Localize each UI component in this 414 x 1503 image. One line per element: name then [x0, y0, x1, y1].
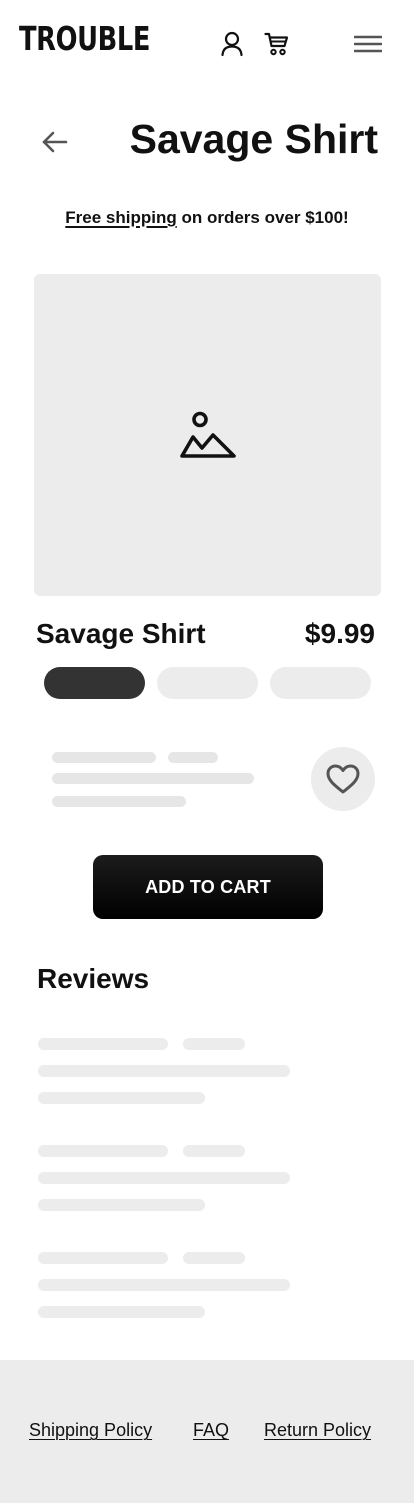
skeleton-line [38, 1092, 205, 1104]
product-name: Savage Shirt [36, 618, 206, 649]
variant-option-1[interactable] [44, 667, 145, 699]
cart-button[interactable] [264, 31, 290, 57]
shipping-policy-link[interactable]: Shipping Policy [29, 1419, 152, 1441]
back-button[interactable] [38, 126, 70, 158]
page-title: Savage Shirt [129, 116, 378, 162]
product-price: $9.99 [304, 618, 375, 649]
brand-logo[interactable]: TROUBLE [19, 22, 150, 55]
cart-icon [264, 32, 289, 56]
variant-option-2[interactable] [157, 667, 258, 699]
account-button[interactable] [219, 30, 245, 58]
image-placeholder-icon [179, 411, 236, 458]
faq-link[interactable]: FAQ [193, 1419, 229, 1441]
return-policy-link[interactable]: Return Policy [264, 1419, 371, 1441]
site-footer: Shipping Policy FAQ Return Policy [0, 1360, 414, 1503]
skeleton-line [38, 1306, 205, 1318]
skeleton-line [168, 752, 218, 763]
user-icon [221, 31, 243, 57]
add-to-cart-button[interactable]: ADD TO CART [93, 855, 323, 919]
arrow-left-icon [42, 131, 68, 153]
skeleton-line [38, 1279, 290, 1291]
hamburger-menu-icon [354, 35, 382, 53]
heart-icon [326, 764, 360, 794]
skeleton-line [183, 1145, 245, 1157]
menu-button[interactable] [353, 33, 383, 55]
reviews-heading: Reviews [37, 963, 150, 994]
skeleton-line [38, 1252, 168, 1264]
skeleton-line [52, 752, 156, 763]
skeleton-line [38, 1199, 205, 1211]
product-image[interactable] [34, 274, 381, 596]
skeleton-line [38, 1145, 168, 1157]
skeleton-line [38, 1172, 290, 1184]
variant-option-3[interactable] [270, 667, 371, 699]
free-shipping-link[interactable]: Free shipping [65, 208, 176, 227]
site-header: TROUBLE [0, 0, 414, 88]
skeleton-line [52, 796, 186, 807]
shipping-notice: Free shipping on orders over $100! [0, 207, 414, 229]
skeleton-line [183, 1038, 245, 1050]
skeleton-line [38, 1065, 290, 1077]
favorite-button[interactable] [311, 747, 375, 811]
shipping-notice-text: on orders over $100! [176, 208, 349, 227]
skeleton-line [52, 773, 254, 784]
skeleton-line [38, 1038, 168, 1050]
skeleton-line [183, 1252, 245, 1264]
